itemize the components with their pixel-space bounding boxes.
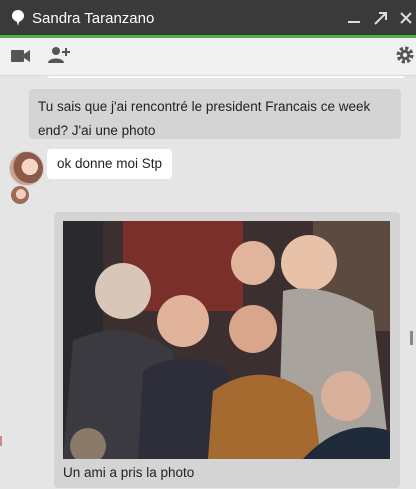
outgoing-message: Tu sais que j'ai rencontré le president …	[29, 89, 401, 139]
settings-gear-icon[interactable]	[395, 45, 415, 65]
popout-icon[interactable]	[370, 7, 390, 29]
close-icon[interactable]	[396, 7, 416, 29]
scrollbar-handle[interactable]	[410, 331, 413, 345]
minimize-icon[interactable]	[344, 7, 364, 29]
chat-title[interactable]: Sandra Taranzano	[32, 10, 154, 27]
incoming-message: ok donne moi Stp	[47, 149, 173, 179]
chat-bubble-icon	[12, 10, 24, 26]
add-person-icon[interactable]	[48, 46, 70, 64]
shared-photo[interactable]	[63, 221, 390, 459]
contact-avatar[interactable]	[9, 151, 44, 186]
side-marker	[0, 436, 2, 446]
photo-caption: Un ami a pris la photo	[63, 465, 195, 480]
chat-titlebar: Sandra Taranzano	[0, 0, 416, 38]
previous-message-bubble	[47, 76, 405, 78]
read-receipt-avatar	[11, 186, 29, 204]
chat-toolbar	[0, 38, 416, 76]
photo-message: Un ami a pris la photo	[54, 212, 400, 488]
chat-messages-area[interactable]: Tu sais que j'ai rencontré le president …	[0, 76, 416, 489]
video-call-icon[interactable]	[11, 49, 31, 63]
